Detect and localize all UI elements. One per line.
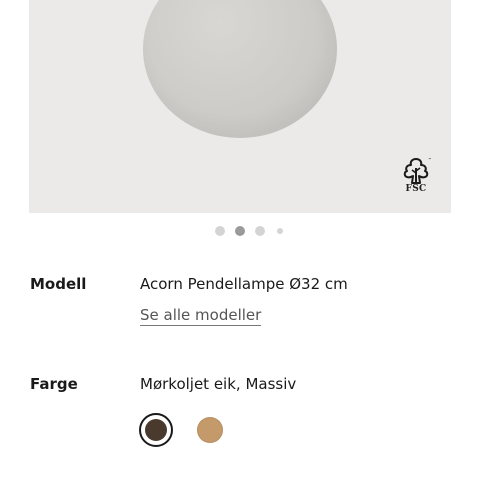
carousel-dot-1[interactable] [215,226,225,236]
model-label: Modell [30,275,87,293]
pendant-lamp-image [143,0,337,138]
carousel-dot-2[interactable] [235,226,245,236]
fsc-logo: ™ FSC [399,156,433,196]
fsc-label: FSC [405,184,427,194]
carousel-pagination [0,225,480,237]
swatch-dark-oiled-oak-color [145,419,167,441]
swatch-oiled-oak-color [197,417,223,443]
carousel-dot-3[interactable] [255,226,265,236]
carousel-dot-4[interactable] [277,228,283,234]
model-value: Acorn Pendellampe Ø32 cm [140,275,348,293]
svg-text:™: ™ [428,157,432,162]
color-label: Farge [30,375,78,393]
swatch-oiled-oak[interactable] [193,413,227,447]
swatch-dark-oiled-oak[interactable] [139,413,173,447]
see-all-models-link[interactable]: Se alle modeller [140,306,262,326]
fsc-tree-icon: ™ [403,157,432,184]
color-value: Mørkoljet eik, Massiv [140,375,297,393]
product-image-gallery[interactable]: ™ FSC [29,0,451,213]
